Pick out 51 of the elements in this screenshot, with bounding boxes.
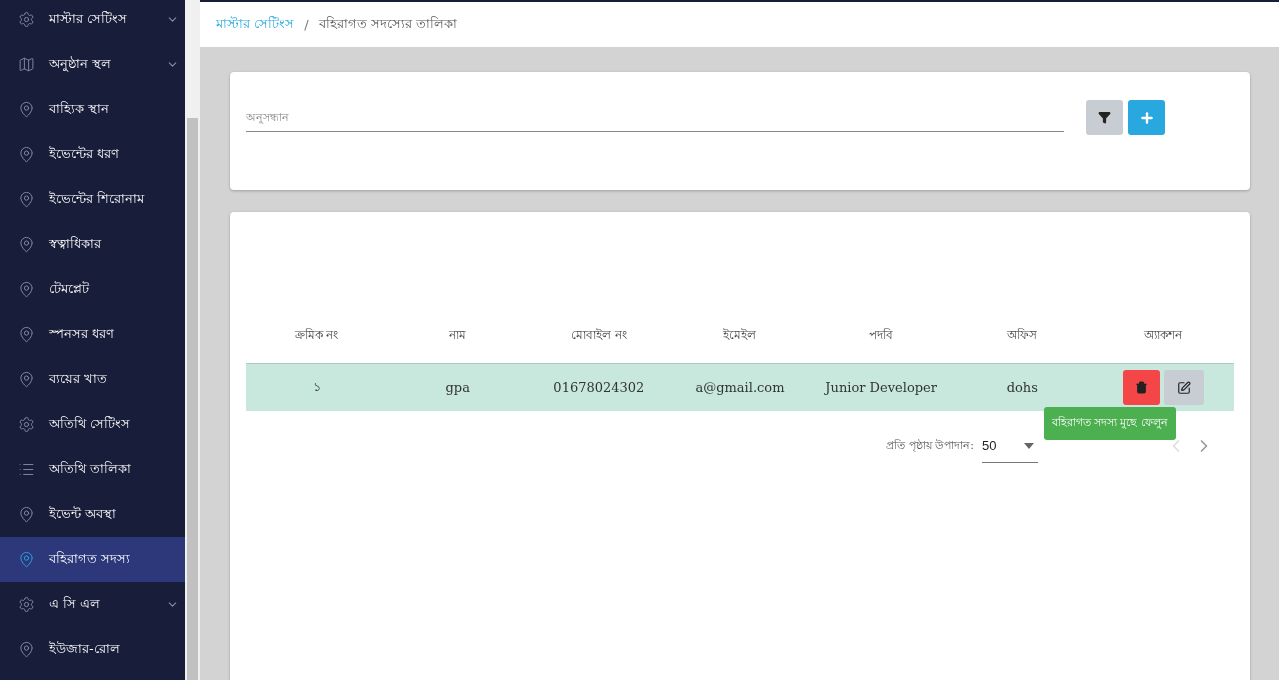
sidebar-item[interactable]: টেমপ্লেট: [0, 267, 185, 312]
list-icon: [18, 461, 35, 478]
filter-button[interactable]: [1086, 100, 1123, 135]
filter-icon: [1098, 111, 1111, 124]
sidebar-item[interactable]: ব্যয়ের খাত: [0, 357, 185, 402]
gear-icon: [18, 11, 35, 28]
gear-icon: [18, 416, 35, 433]
caret-icon: [1024, 442, 1034, 449]
map-pin-icon: [18, 506, 35, 523]
map-pin-icon: [18, 371, 35, 388]
sidebar-item[interactable]: অতিথি তালিকা: [0, 447, 185, 492]
sidebar-item[interactable]: ইভেন্টের শিরোনাম: [0, 177, 185, 222]
trash-icon: [1134, 381, 1148, 394]
sidebar-item[interactable]: অতিথি সেটিংস: [0, 402, 185, 447]
sidebar-item[interactable]: ইউজার-রোল: [0, 627, 185, 672]
map-pin-icon: [18, 551, 35, 568]
breadcrumb-current: বহিরাগত সদস্যের তালিকা: [318, 15, 457, 33]
gear-icon: [18, 596, 35, 613]
map-pin-icon: [18, 281, 35, 298]
table-cell: gpa: [387, 364, 529, 411]
sidebar-item[interactable]: স্পনসর ধরণ: [0, 312, 185, 357]
table-cell: Junior Developer: [810, 364, 952, 411]
edit-button[interactable]: [1163, 370, 1204, 405]
sidebar-item[interactable]: স্বত্বাধিকার: [0, 222, 185, 267]
scrollbar[interactable]: [185, 0, 200, 680]
table-cell: ১: [246, 364, 388, 411]
add-button[interactable]: [1128, 100, 1165, 135]
sidebar-item[interactable]: বহিরাগত সদস্য: [0, 537, 185, 582]
table-cell: 01678024302: [528, 364, 670, 411]
map-pin-icon: [18, 146, 35, 163]
sidebar-item[interactable]: ইভেন্ট অবস্থা: [0, 492, 185, 537]
sidebar-item[interactable]: এ সি এল: [0, 582, 185, 627]
map-pin-icon: [18, 236, 35, 253]
map-pin-icon: [18, 326, 35, 343]
items-per-page-select[interactable]: 50: [982, 429, 1038, 463]
items-per-page-label: প্রতি পৃষ্ঠায় উপাদান:: [886, 437, 974, 454]
plus-icon: [1138, 109, 1155, 126]
delete-button[interactable]: [1122, 370, 1160, 405]
map-pin-icon: [18, 101, 35, 118]
tooltip: বহিরাগত সদস্য মুছে ফেলুন: [1043, 407, 1176, 440]
sidebar-item[interactable]: ইভেন্টের ধরণ: [0, 132, 185, 177]
edit-icon: [1176, 380, 1191, 395]
sidebar-item[interactable]: বাহ্যিক স্থান: [0, 87, 185, 132]
breadcrumb-separator: /: [304, 17, 309, 32]
map-pin-icon: [18, 641, 35, 658]
sidebar-item[interactable]: অনুষ্ঠান স্থল: [0, 42, 185, 87]
map-pin-icon: [18, 191, 35, 208]
table-cell: a@gmail.com: [669, 364, 811, 411]
map-icon: [18, 56, 35, 73]
table-cell: dohs: [951, 364, 1093, 411]
sidebar-item[interactable]: মাস্টার সেটিংস: [0, 0, 185, 42]
